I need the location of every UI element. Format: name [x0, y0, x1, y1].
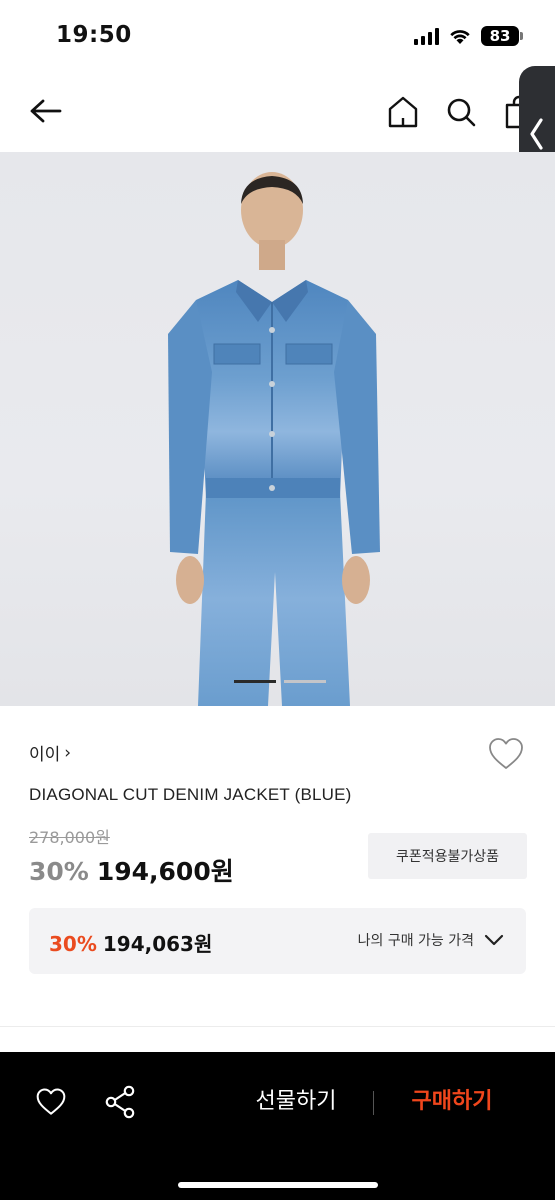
heart-icon — [489, 738, 523, 769]
bottom-wishlist-button[interactable] — [31, 1082, 71, 1122]
back-button[interactable] — [26, 92, 66, 132]
sale-price: 194,600원 — [96, 857, 234, 886]
my-discount-rate: 30% — [49, 932, 97, 956]
nav-bar — [0, 72, 555, 152]
chevron-left-icon — [530, 118, 543, 150]
battery-icon: 83 — [481, 26, 523, 46]
back-arrow-icon — [30, 99, 62, 123]
price-row: 30% 194,600원 — [29, 852, 234, 888]
wishlist-button[interactable] — [487, 736, 525, 772]
product-name: DIAGONAL CUT DENIM JACKET (BLUE) — [29, 785, 352, 804]
section-divider — [0, 1026, 555, 1027]
bottom-action-bar: 선물하기 구매하기 — [0, 1052, 555, 1200]
search-icon — [447, 98, 476, 127]
pager-dot — [284, 680, 326, 683]
my-price-panel[interactable]: 30% 194,063원 나의 구매 가능 가격 — [29, 908, 526, 974]
gallery-pager — [234, 680, 326, 683]
my-price-label: 나의 구매 가능 가격 — [357, 933, 474, 949]
coupon-badge: 쿠폰적용불가상품 — [368, 833, 527, 879]
heart-icon — [36, 1088, 66, 1115]
my-price: 194,063원 — [102, 932, 213, 956]
brand-chevron-icon: › — [64, 742, 72, 763]
share-button[interactable] — [100, 1082, 140, 1122]
discount-rate: 30% — [29, 857, 89, 886]
status-icons: 83 — [414, 26, 523, 46]
home-indicator[interactable] — [178, 1182, 378, 1188]
buy-button[interactable]: 구매하기 — [396, 1084, 508, 1120]
product-photo — [168, 172, 380, 706]
brand-name: 이이 — [29, 745, 61, 765]
gift-button[interactable]: 선물하기 — [240, 1084, 352, 1120]
chevron-down-icon — [484, 934, 504, 946]
status-bar: 19:50 83 — [0, 0, 555, 72]
product-image-gallery[interactable] — [0, 152, 555, 706]
pager-dot-active — [234, 680, 276, 683]
signal-icon — [414, 27, 439, 45]
brand-link[interactable]: 이이 › — [29, 740, 72, 766]
search-button[interactable] — [443, 92, 479, 132]
wifi-icon — [450, 30, 470, 44]
original-price: 278,000원 — [29, 828, 110, 847]
nav-actions — [385, 92, 537, 132]
home-button[interactable] — [385, 92, 421, 132]
share-icon — [105, 1085, 135, 1119]
status-time: 19:50 — [56, 22, 132, 48]
my-price-values: 30% 194,063원 — [49, 928, 212, 957]
battery-level: 83 — [489, 27, 511, 45]
button-separator — [373, 1091, 374, 1115]
my-price-toggle[interactable]: 나의 구매 가능 가격 — [358, 930, 504, 950]
home-icon — [388, 96, 418, 128]
